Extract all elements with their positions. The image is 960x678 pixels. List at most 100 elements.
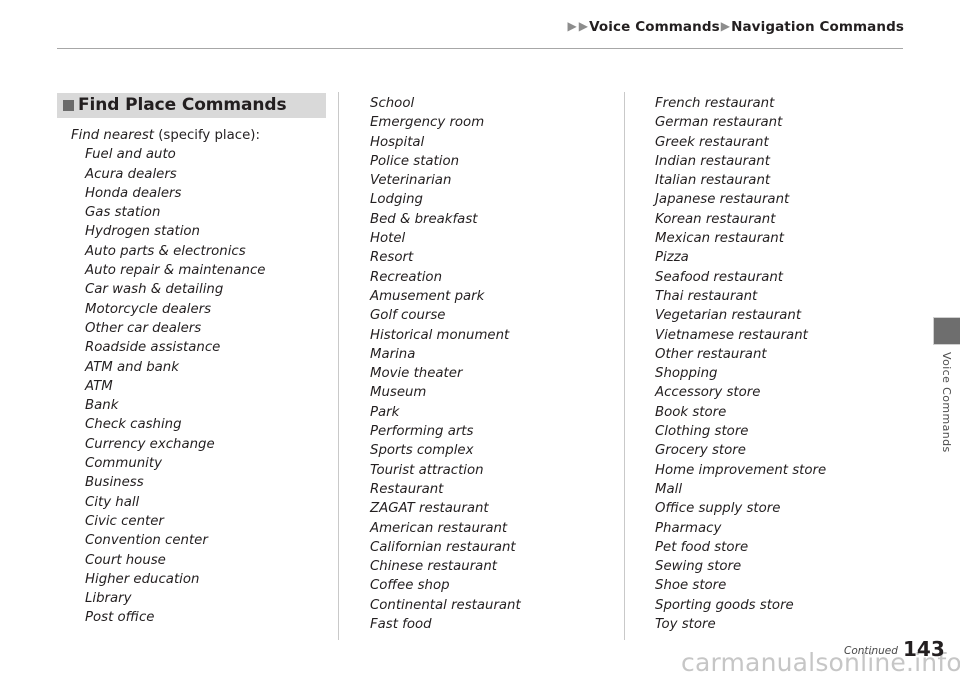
list-item: Auto parts & electronics (85, 243, 246, 259)
breadcrumb-item-navigation-commands[interactable]: Navigation Commands (731, 19, 904, 35)
list-item: Recreation (370, 269, 442, 285)
list-item: American restaurant (370, 520, 508, 536)
list-item: Korean restaurant (655, 211, 776, 227)
list-item: School (370, 96, 415, 111)
list-item: Historical monument (370, 327, 510, 343)
list-item: Motorcycle dealers (85, 301, 212, 317)
list-item: Veterinarian (370, 173, 452, 189)
list-item: Car wash & detailing (85, 282, 224, 298)
list-item: Vietnamese restaurant (655, 327, 808, 343)
page-number: 143 (903, 637, 945, 661)
list-item: ATM and bank (85, 359, 179, 375)
list-item: Continental restaurant (370, 597, 521, 613)
place-command-list-2: School Emergency room Hospital Police stati… (370, 94, 615, 634)
page-title: Find Place Commands (78, 95, 287, 115)
list-item: Restaurant (370, 481, 444, 497)
list-item: Lodging (370, 192, 423, 208)
column-divider (624, 92, 625, 640)
intro-plain: (specify place): (153, 128, 260, 143)
list-item: Bed & breakfast (370, 211, 478, 227)
list-item: Sports complex (370, 443, 474, 459)
place-command-list-1: Fuel and auto Acura dealers Honda dealers G… (57, 145, 327, 627)
list-item: Office supply store (655, 501, 781, 517)
list-item: Sewing store (655, 559, 742, 575)
list-item: Amusement park (370, 288, 485, 304)
side-tab-marker (933, 317, 960, 345)
list-item: Home improvement store (655, 462, 827, 478)
square-bullet-icon (63, 100, 74, 111)
list-item: Fast food (370, 617, 432, 633)
triangle-right-icon: ▶ (567, 19, 577, 33)
list-item: Vegetarian restaurant (655, 308, 802, 324)
list-item: Italian restaurant (655, 173, 771, 189)
list-item: Hotel (370, 231, 406, 247)
triangle-right-icon: ▶ (578, 19, 589, 33)
list-item: Resort (370, 250, 414, 266)
list-item: Mall (655, 481, 683, 497)
list-item: Community (85, 456, 162, 472)
list-item: City hall (85, 494, 140, 510)
list-item: Court house (85, 552, 166, 568)
list-item: Roadside assistance (85, 340, 221, 356)
list-item: Coffee shop (370, 578, 450, 594)
list-item: Fuel and auto (85, 147, 176, 163)
list-item: Emergency room (370, 115, 485, 131)
intro-line: Find nearest (specify place): (57, 126, 327, 145)
list-item: Hydrogen station (85, 224, 200, 240)
section-title-bar: Find Place Commands (57, 93, 326, 118)
place-command-list-3: French restaurant German restaurant Greek … (655, 94, 930, 634)
list-item: Business (85, 475, 144, 491)
list-item: Civic center (85, 513, 164, 529)
list-item: Book store (655, 404, 727, 420)
list-item: Library (85, 591, 132, 607)
list-item: Seafood restaurant (655, 269, 784, 285)
list-item: Toy store (655, 617, 716, 633)
list-item: Pizza (655, 250, 689, 266)
list-item: Check cashing (85, 417, 182, 433)
intro-emphasis: Find nearest (71, 128, 154, 143)
list-item: Museum (370, 385, 427, 401)
list-item: Hospital (370, 134, 425, 150)
breadcrumb: ▶ ▶Voice Commands▶Navigation Commands (566, 19, 904, 35)
list-item: Auto repair & maintenance (85, 263, 266, 279)
command-column-1: Find nearest (specify place): Fuel and a… (57, 126, 327, 628)
list-item: Mexican restaurant (655, 231, 784, 247)
list-item: Higher education (85, 571, 200, 587)
list-item: Shopping (655, 366, 718, 382)
list-item: Honda dealers (85, 185, 182, 201)
list-item: Tourist attraction (370, 462, 484, 478)
list-item: Acura dealers (85, 166, 177, 182)
list-item: French restaurant (655, 96, 775, 111)
list-item: Currency exchange (85, 436, 215, 452)
list-item: ZAGAT restaurant (370, 501, 489, 517)
list-item: Thai restaurant (655, 288, 758, 304)
list-item: ATM (85, 378, 113, 394)
list-item: Accessory store (655, 385, 761, 401)
list-item: Marina (370, 346, 416, 362)
list-item: Greek restaurant (655, 134, 769, 150)
command-column-2: School Emergency room Hospital Police stati… (370, 94, 615, 634)
breadcrumb-item-voice-commands[interactable]: Voice Commands (589, 19, 720, 35)
list-item: German restaurant (655, 115, 783, 131)
list-item: Indian restaurant (655, 153, 770, 169)
list-item: Clothing store (655, 424, 749, 440)
page-header: ▶ ▶Voice Commands▶Navigation Commands (0, 0, 960, 50)
list-item: Chinese restaurant (370, 559, 497, 575)
header-divider (57, 48, 903, 49)
list-item: Park (370, 404, 400, 420)
command-column-3: French restaurant German restaurant Greek … (655, 94, 930, 634)
list-item: Performing arts (370, 424, 474, 440)
list-item: Post office (85, 610, 155, 626)
list-item: Japanese restaurant (655, 192, 790, 208)
list-item: Other car dealers (85, 320, 202, 336)
column-divider (338, 92, 339, 640)
list-item: Police station (370, 153, 460, 169)
list-item: Convention center (85, 533, 208, 549)
list-item: Sporting goods store (655, 597, 794, 613)
list-item: Pet food store (655, 539, 749, 555)
continued-label: Continued (844, 645, 898, 657)
list-item: Other restaurant (655, 346, 767, 362)
list-item: Californian restaurant (370, 539, 516, 555)
side-tab-label: Voice Commands (940, 352, 953, 453)
list-item: Grocery store (655, 443, 746, 459)
